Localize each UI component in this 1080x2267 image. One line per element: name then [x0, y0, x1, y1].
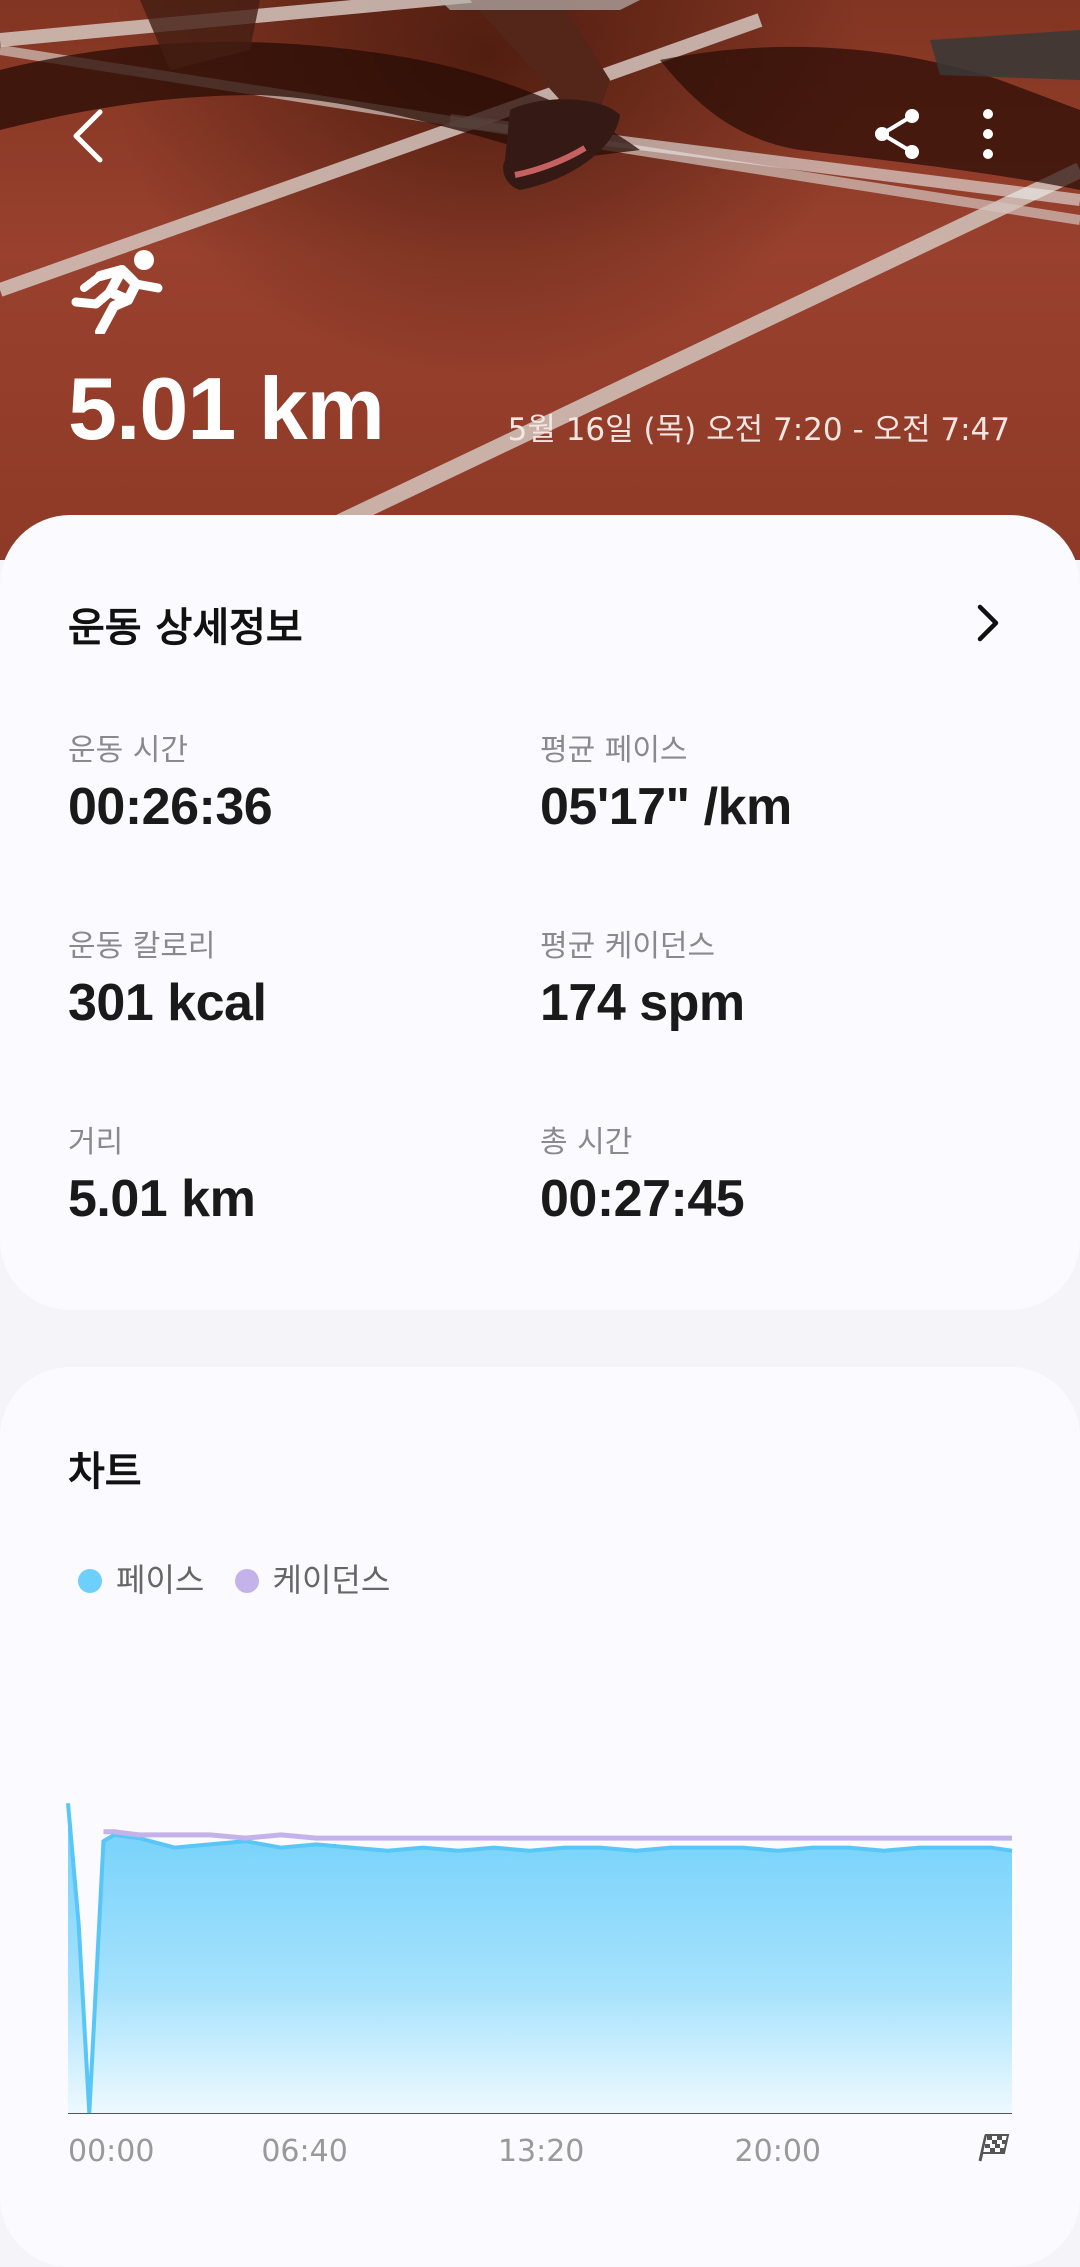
workout-date-range: 5월 16일 (목) 오전 7:20 - 오전 7:47 — [507, 412, 1010, 448]
share-icon — [875, 109, 919, 159]
stat-calories: 운동 칼로리 301 kcal — [68, 921, 267, 1033]
workout-details-card: 운동 상세정보 운동 시간 00:26:36 평균 페이스 05'17" /km… — [0, 515, 1080, 1310]
pace-cadence-chart: 00:00 06:40 13:20 20:00 — [66, 1803, 1013, 2169]
stat-value: 174 spm — [540, 974, 745, 1032]
stat-label: 거리 — [68, 1125, 124, 1160]
stat-value: 00:26:36 — [68, 778, 273, 836]
more-options-button[interactable] — [968, 104, 1008, 164]
stat-workout-time: 운동 시간 00:26:36 — [68, 725, 273, 837]
stat-value: 5.01 km — [68, 1170, 256, 1228]
stat-label: 운동 칼로리 — [68, 929, 216, 964]
top-bar — [0, 100, 1080, 180]
stat-label: 운동 시간 — [68, 733, 188, 768]
stat-label: 평균 페이스 — [540, 733, 688, 768]
total-distance: 5.01 km — [68, 359, 385, 458]
stat-label: 평균 케이던스 — [540, 929, 716, 964]
x-tick-label: 06:40 — [261, 2134, 347, 2169]
stat-label: 총 시간 — [540, 1125, 633, 1160]
x-tick-label: 13:20 — [498, 2134, 584, 2169]
x-tick-label: 20:00 — [735, 2134, 821, 2169]
cadence-line — [103, 1829, 1012, 1841]
finish-flag-icon — [978, 2134, 1010, 2162]
stat-value: 05'17" /km — [540, 778, 792, 836]
stat-distance: 거리 5.01 km — [68, 1117, 256, 1229]
running-icon — [71, 250, 163, 334]
hero-banner: 5.01 km 5월 16일 (목) 오전 7:20 - 오전 7:47 — [0, 0, 1080, 560]
more-vertical-icon — [983, 109, 993, 159]
stat-total-time: 총 시간 00:27:45 — [540, 1117, 745, 1229]
back-button[interactable] — [60, 100, 120, 170]
x-tick-label: 00:00 — [68, 2134, 154, 2169]
details-more-button[interactable] — [968, 601, 1008, 645]
back-arrow-icon — [73, 109, 103, 163]
share-button[interactable] — [868, 104, 928, 164]
chevron-right-icon — [977, 604, 999, 642]
workout-details-title: 운동 상세정보 — [68, 605, 303, 651]
stat-average-pace: 평균 페이스 05'17" /km — [540, 725, 792, 837]
chart-card: 차트 페이스 케이던스 00:00 06:40 13:20 20:00 — [0, 1367, 1080, 2267]
stat-average-cadence: 평균 케이던스 174 spm — [540, 921, 745, 1033]
stat-value: 00:27:45 — [540, 1170, 745, 1228]
stat-value: 301 kcal — [68, 974, 267, 1032]
